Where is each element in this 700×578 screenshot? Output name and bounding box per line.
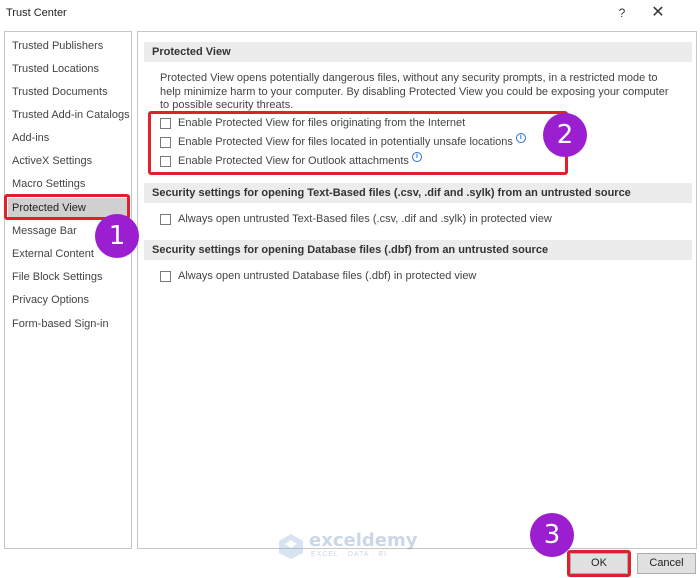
option-outlook-attachments[interactable]: Enable Protected View for Outlook attach…: [160, 152, 422, 169]
checkbox[interactable]: [160, 136, 171, 148]
step-badge-2: 2: [543, 113, 587, 157]
help-button[interactable]: ?: [610, 2, 634, 24]
sidebar-item-privacy-options[interactable]: Privacy Options: [8, 290, 128, 310]
option-internet-files[interactable]: Enable Protected View for files originat…: [160, 115, 465, 131]
checkbox[interactable]: [160, 213, 171, 225]
section-heading-protected-view: Protected View: [144, 42, 692, 62]
ok-button[interactable]: OK: [570, 553, 628, 574]
step-badge-1: 1: [95, 214, 139, 258]
option-label: Enable Protected View for files located …: [178, 136, 513, 148]
sidebar: Trusted Publishers Trusted Locations Tru…: [4, 31, 132, 549]
checkbox[interactable]: [160, 155, 171, 167]
info-icon[interactable]: i: [411, 152, 422, 162]
sidebar-item-addins[interactable]: Add-ins: [8, 128, 128, 148]
sidebar-item-form-based-sign-in[interactable]: Form-based Sign-in: [8, 314, 128, 334]
cancel-button[interactable]: Cancel: [637, 553, 696, 574]
option-label: Enable Protected View for Outlook attach…: [178, 155, 409, 167]
protected-view-description: Protected View opens potentially dangero…: [160, 72, 669, 111]
sidebar-item-activex-settings[interactable]: ActiveX Settings: [8, 151, 128, 171]
settings-panel: Protected View Protected View opens pote…: [137, 31, 697, 549]
watermark: exceldemy EXCEL · DATA · BI: [277, 528, 437, 562]
checkbox[interactable]: [160, 270, 171, 282]
info-icon[interactable]: i: [515, 133, 526, 143]
option-unsafe-locations[interactable]: Enable Protected View for files located …: [160, 133, 526, 150]
option-label: Always open untrusted Text-Based files (…: [178, 213, 552, 225]
step-badge-3: 3: [530, 513, 574, 557]
sidebar-item-macro-settings[interactable]: Macro Settings: [8, 174, 128, 194]
sidebar-item-trusted-publishers[interactable]: Trusted Publishers: [8, 36, 128, 56]
option-text-based-files[interactable]: Always open untrusted Text-Based files (…: [160, 211, 552, 227]
option-database-files[interactable]: Always open untrusted Database files (.d…: [160, 268, 476, 284]
section-heading-text-based: Security settings for opening Text-Based…: [144, 183, 692, 203]
sidebar-item-file-block-settings[interactable]: File Block Settings: [8, 267, 128, 287]
window-title: Trust Center: [6, 7, 67, 19]
title-bar: Trust Center ? ✕: [0, 0, 700, 28]
option-label: Enable Protected View for files originat…: [178, 117, 466, 129]
watermark-tagline: EXCEL · DATA · BI: [311, 551, 387, 558]
sidebar-item-trusted-addin-catalogs[interactable]: Trusted Add-in Catalogs: [8, 105, 130, 125]
checkbox[interactable]: [160, 117, 171, 129]
sidebar-item-trusted-documents[interactable]: Trusted Documents: [8, 82, 128, 102]
close-button[interactable]: ✕: [645, 2, 671, 24]
watermark-name: exceldemy: [309, 530, 418, 551]
section-heading-database: Security settings for opening Database f…: [144, 240, 692, 260]
option-label: Always open untrusted Database files (.d…: [178, 270, 477, 282]
sidebar-item-trusted-locations[interactable]: Trusted Locations: [8, 59, 128, 79]
exceldemy-logo-icon: [279, 534, 303, 559]
